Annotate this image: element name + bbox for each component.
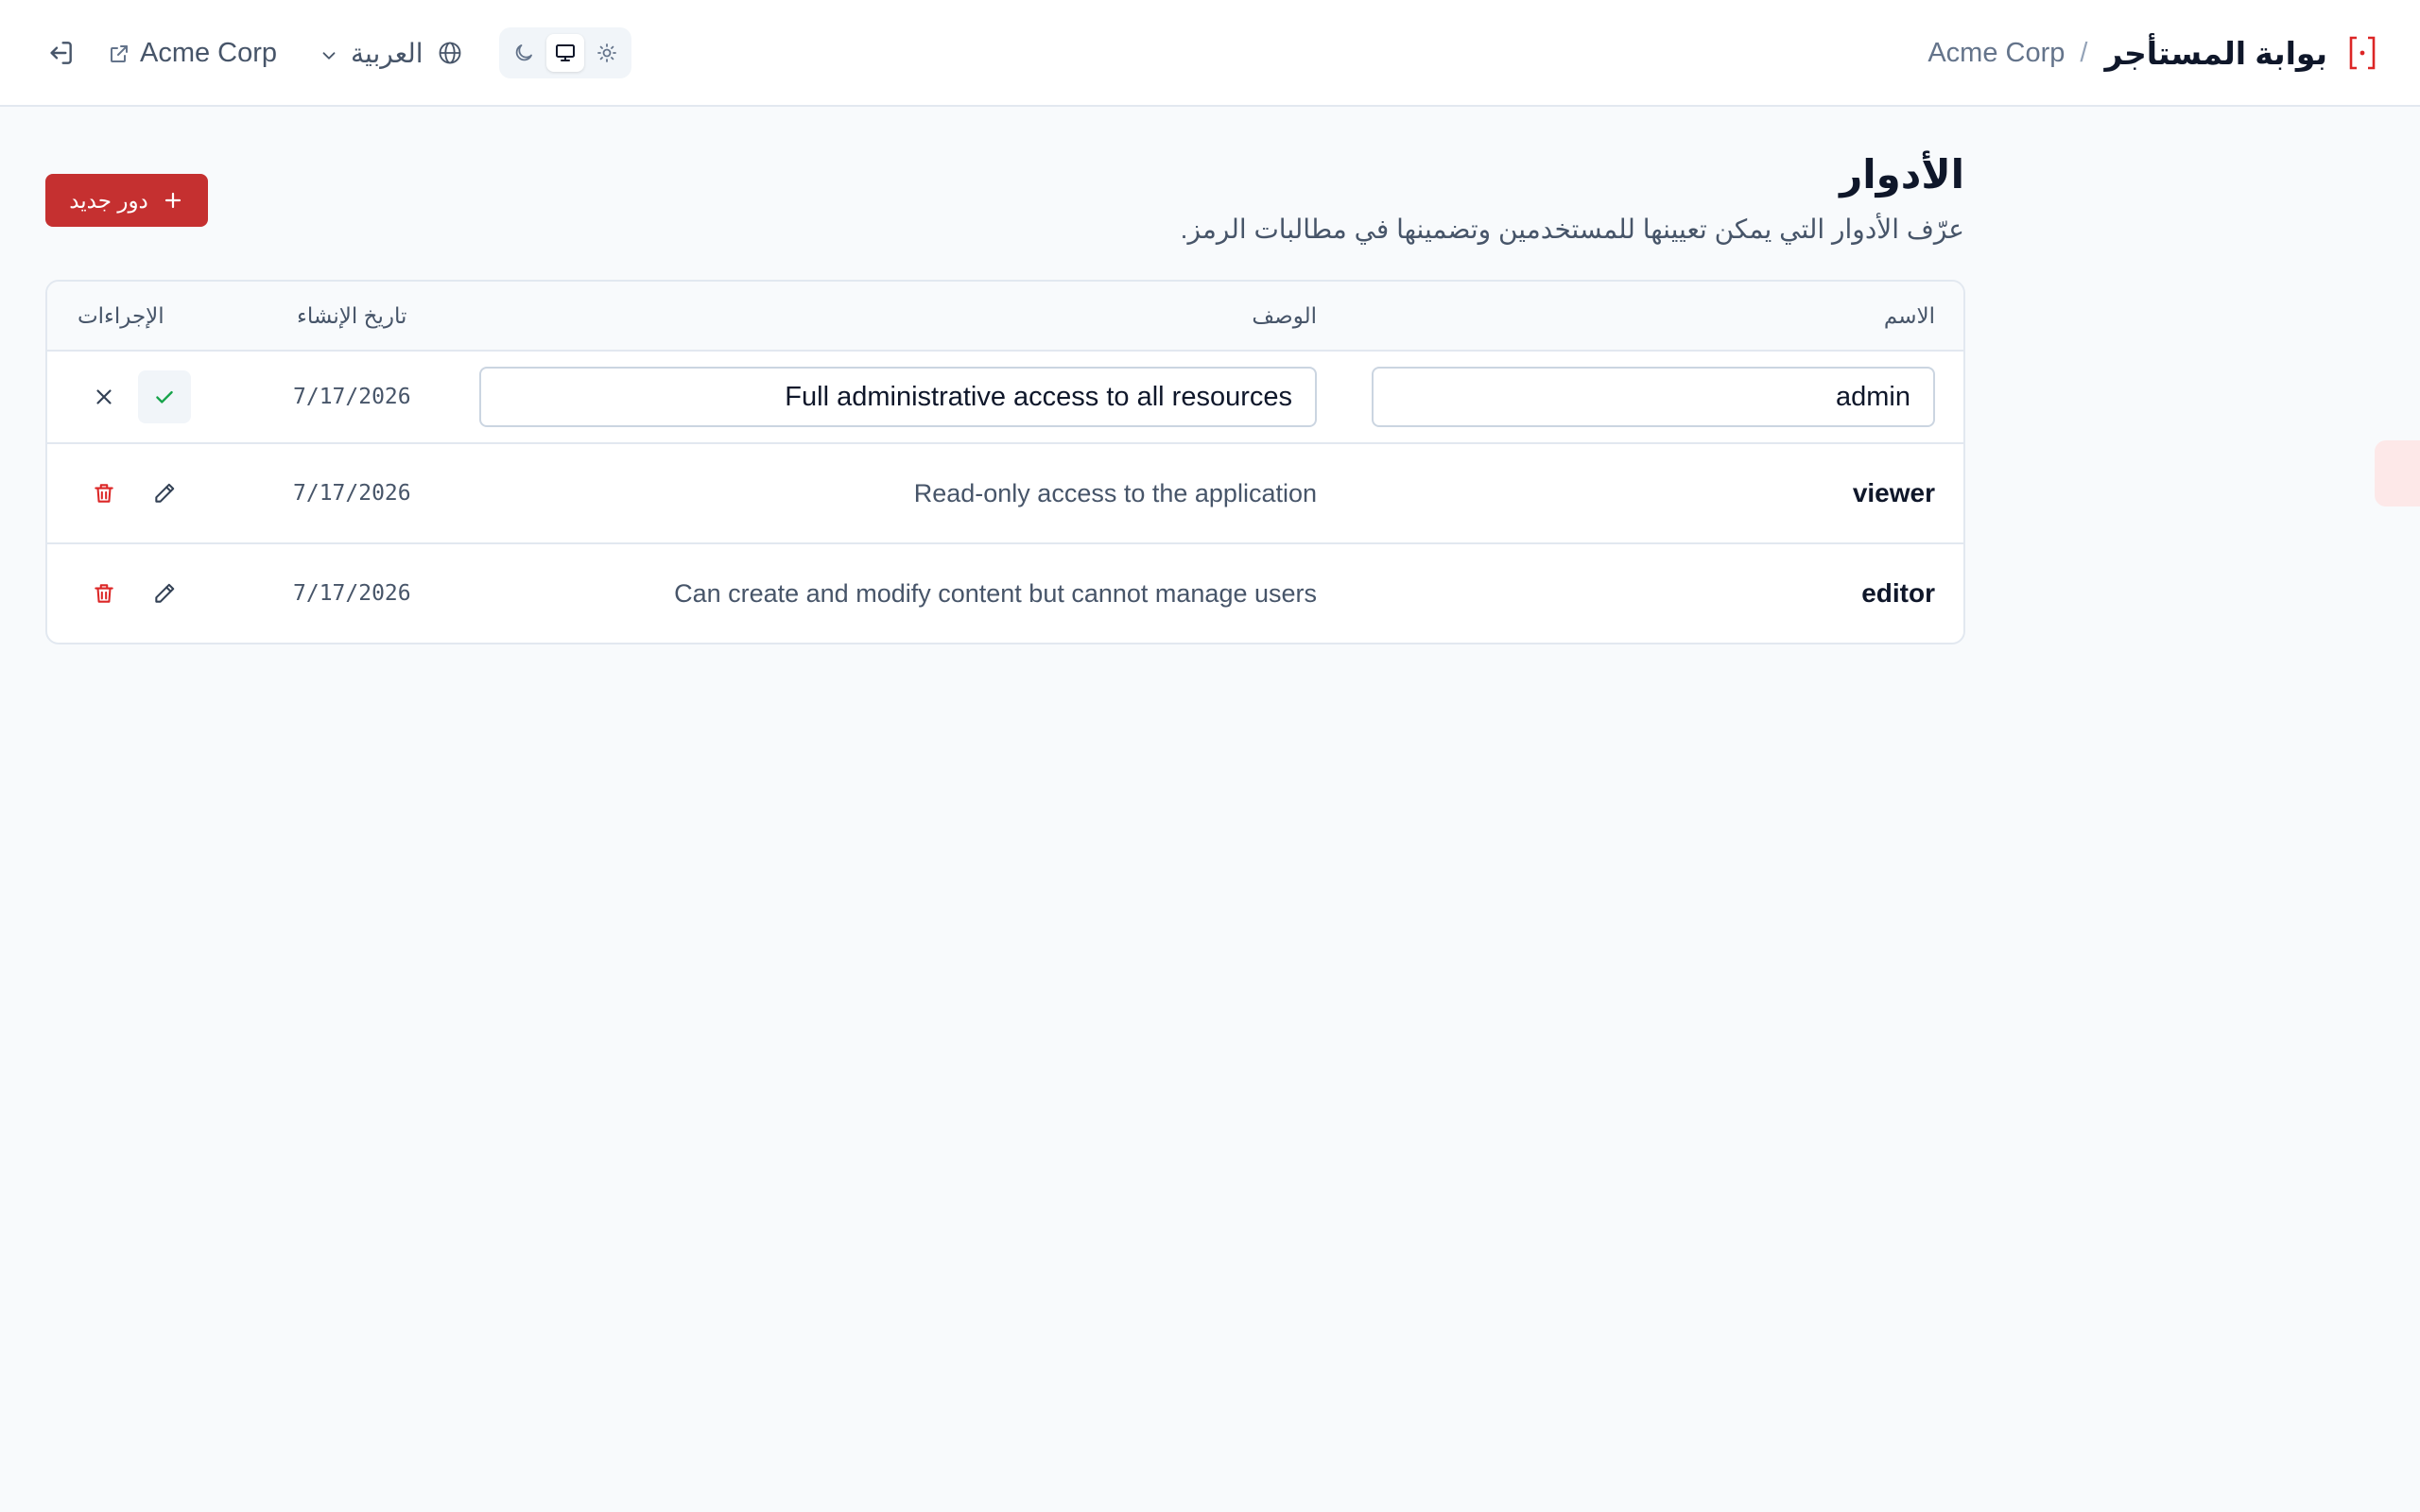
cancel-edit-button[interactable] — [78, 370, 130, 423]
globe-icon — [437, 40, 463, 66]
brand-breadcrumb: بوابة المستأجر / Acme Corp — [1927, 0, 2377, 106]
edit-role-button[interactable] — [138, 467, 191, 520]
role-name-input[interactable] — [1372, 367, 1935, 427]
theme-switcher — [498, 27, 631, 78]
created-date: 7/17/2026 — [293, 481, 411, 506]
brand-title[interactable]: بوابة المستأجر — [2104, 35, 2327, 72]
top-bar: Acme Corp العربية بوابة المستأجر / Acme … — [0, 0, 2420, 107]
table-row: editor Can create and modify content but… — [47, 544, 1963, 643]
column-header-name: الاسم — [1883, 302, 1935, 328]
theme-dark-option[interactable] — [505, 34, 543, 72]
theme-system-option[interactable] — [545, 34, 584, 72]
created-date: 7/17/2026 — [293, 581, 411, 606]
moon-icon — [512, 42, 535, 64]
trash-icon — [92, 581, 116, 606]
logout-icon[interactable] — [45, 38, 76, 68]
delete-role-button[interactable] — [78, 467, 130, 520]
role-description: Read-only access to the application — [913, 478, 1317, 507]
bracket-logo-icon — [2348, 34, 2377, 72]
column-header-description: الوصف — [1252, 302, 1317, 328]
role-description: Can create and modify content but cannot… — [674, 578, 1317, 608]
chevron-down-icon — [319, 43, 339, 63]
table-row: viewer Read-only access to the applicati… — [47, 444, 1963, 544]
side-panel-tab[interactable] — [2375, 440, 2420, 507]
column-header-created: تاريخ الإنشاء — [297, 302, 407, 328]
role-name: editor — [1861, 578, 1935, 608]
save-edit-button[interactable] — [138, 370, 191, 423]
delete-role-button[interactable] — [78, 567, 130, 620]
check-icon — [152, 385, 177, 409]
trash-icon — [92, 481, 116, 506]
external-link-icon — [108, 42, 130, 64]
theme-light-option[interactable] — [588, 34, 626, 72]
edit-role-button[interactable] — [138, 567, 191, 620]
role-description-input[interactable] — [479, 367, 1317, 427]
sun-icon — [596, 42, 618, 64]
roles-table: الاسم الوصف تاريخ الإنشاء الإجراءات 7/17… — [45, 280, 1965, 644]
table-row: 7/17/2026 — [47, 352, 1963, 444]
tenant-external-link[interactable]: Acme Corp — [108, 38, 277, 69]
table-header: الاسم الوصف تاريخ الإنشاء الإجراءات — [47, 282, 1963, 352]
breadcrumb-tenant[interactable]: Acme Corp — [1927, 38, 2065, 69]
pencil-icon — [152, 481, 177, 506]
new-role-label: دور جديد — [69, 187, 148, 213]
page-title: الأدوار — [1840, 152, 1964, 197]
breadcrumb-separator: / — [2080, 37, 2088, 68]
close-icon — [92, 385, 116, 409]
role-name: viewer — [1852, 478, 1935, 507]
page-subtitle: عرّف الأدوار التي يمكن تعيينها للمستخدمي… — [1180, 215, 1964, 244]
created-date: 7/17/2026 — [293, 385, 411, 409]
tenant-link-label: Acme Corp — [140, 37, 278, 68]
language-label: العربية — [351, 38, 424, 68]
column-header-actions: الإجراءات — [78, 302, 164, 328]
monitor-icon — [554, 42, 577, 64]
plus-icon — [162, 189, 184, 212]
language-selector[interactable]: العربية — [319, 38, 463, 69]
new-role-button[interactable]: دور جديد — [45, 174, 208, 227]
pencil-icon — [152, 581, 177, 606]
header-actions: Acme Corp العربية — [45, 0, 631, 106]
